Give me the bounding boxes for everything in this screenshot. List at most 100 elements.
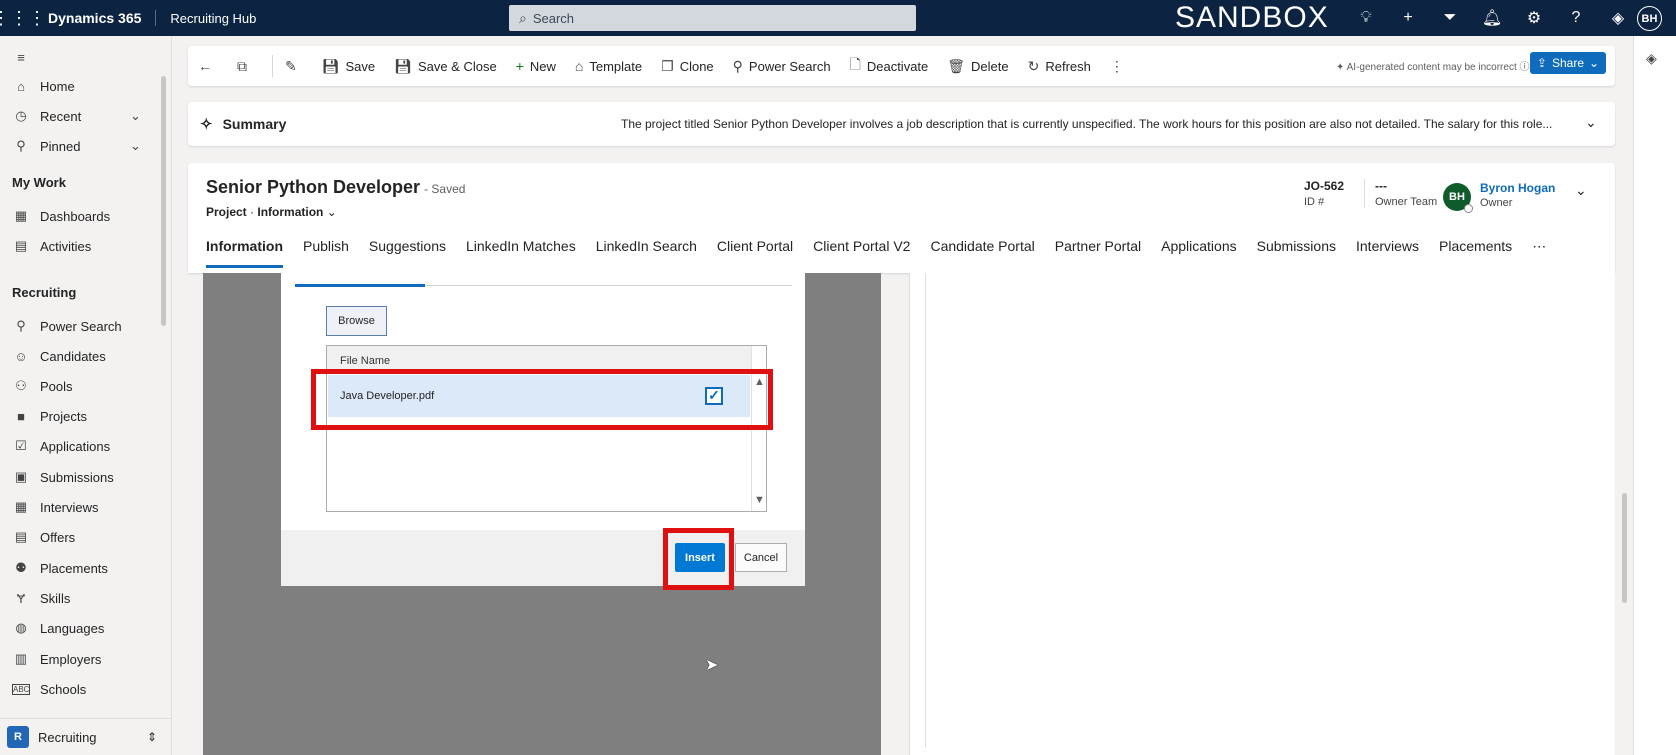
app-launcher-icon[interactable]: ⋮⋮⋮ [0,0,46,36]
sidebar-item-interviews[interactable]: ▦ Interviews [12,495,99,519]
more-tabs-icon[interactable]: ⋯ [1532,238,1546,268]
presence-icon [1464,204,1473,213]
save-button[interactable]: 💾︎ Save [322,58,375,75]
info-icon[interactable]: ⓘ [1520,62,1530,73]
record-title: Senior Python Developer - Saved [206,177,466,197]
active-tab-indicator [295,284,425,287]
sidebar-item-employers[interactable]: ▥ Employers [12,647,102,671]
tab-information[interactable]: Information [206,238,283,268]
tab-linkedin-matches[interactable]: LinkedIn Matches [466,238,576,268]
header-field-id: JO-562 ID # [1304,179,1345,208]
tab-submissions[interactable]: Submissions [1257,238,1336,268]
sidebar-item-skills[interactable]: Ɏ Skills [12,586,71,610]
global-search-input[interactable]: ⌕ Search [509,5,916,31]
scroll-down-icon[interactable]: ▼ [754,494,765,506]
sidebar-item-candidates[interactable]: ☺ Candidates [12,344,105,368]
sidebar-item-home[interactable]: ⌂ Home [12,74,75,98]
more-commands-button[interactable]: ⋮ [1110,58,1130,75]
people-icon: ⚇ [15,378,27,393]
copilot-icon[interactable]: ◈ [1646,50,1657,67]
share-button[interactable]: ⇪ Share ⌄ [1530,52,1606,74]
sidebar-item-power-search[interactable]: ⚲ Power Search [12,314,121,338]
sidebar-item-pinned[interactable]: ⚲ Pinned ⌄ [12,134,141,158]
cancel-button[interactable]: Cancel [735,543,787,572]
tab-linkedin-search[interactable]: LinkedIn Search [596,238,697,268]
sidebar-item-projects[interactable]: ■ Projects [12,404,87,428]
template-button[interactable]: ⌂ Template [575,58,642,74]
user-avatar[interactable]: BH [1637,6,1662,31]
document-icon: ▤ [14,529,28,544]
power-search-button[interactable]: ⚲ Power Search [733,58,831,75]
header-expand-chevron-icon[interactable]: ⌄ [1575,182,1587,199]
sidebar-item-pools[interactable]: ⚇ Pools [12,374,72,398]
expand-chevron-icon[interactable]: ⌄ [1585,114,1597,131]
section-heading-my-work: My Work [12,175,66,190]
divider [925,273,926,748]
refresh-button[interactable]: ↻ Refresh [1028,58,1091,75]
people-team-icon: ⚉ [15,560,27,575]
deactivate-button[interactable]: 🗋︎ Deactivate [850,54,929,78]
ai-disclaimer: ✦ AI-generated content may be incorrect … [1336,62,1530,73]
form-selector[interactable]: Information [257,205,323,219]
sidebar-item-languages[interactable]: ◍ Languages [12,616,104,640]
sidebar-item-dashboards[interactable]: ▦ Dashboards [12,204,110,228]
top-navigation-bar: ⋮⋮⋮ Dynamics 365 Recruiting Hub ⌕ Search… [0,0,1676,36]
globe-icon: ◍ [15,620,27,635]
lightbulb-icon[interactable]: 💡︎ [1345,9,1387,27]
tab-candidate-portal[interactable]: Candidate Portal [930,238,1034,268]
form-options-button[interactable]: ✎ [285,58,303,75]
tab-placements[interactable]: Placements [1439,238,1512,268]
more-vertical-icon: ⋮ [1109,57,1124,74]
area-switcher[interactable]: R Recruiting ⇕ [0,718,172,755]
save-status: - Saved [424,182,466,196]
chevron-up-down-icon: ⇕ [147,730,158,744]
sidebar-item-applications[interactable]: ☑ Applications [12,434,110,458]
tab-publish[interactable]: Publish [303,238,349,268]
copy-icon: ❐ [661,57,674,74]
tab-partner-portal[interactable]: Partner Portal [1055,238,1141,268]
sidebar-item-offers[interactable]: ▤ Offers [12,525,75,549]
owner-link[interactable]: Byron Hogan [1480,181,1555,195]
highlight-box-insert [663,528,734,590]
chevron-down-icon[interactable]: ⌄ [130,138,141,154]
help-icon[interactable]: ? [1555,9,1597,27]
right-form-section [909,273,1615,755]
browse-button[interactable]: Browse [326,306,387,336]
hamburger-menu-icon[interactable]: ≡ [12,45,40,69]
save-close-button[interactable]: 💾︎ Save & Close [394,58,497,75]
gear-icon[interactable]: ⚙ [1513,8,1555,28]
pin-icon: ⚲ [16,138,26,153]
copilot-icon[interactable]: ◈ [1597,8,1639,28]
sidebar-item-schools[interactable]: ABC Schools [12,677,86,701]
sidebar-item-activities[interactable]: ▤ Activities [12,234,91,258]
tab-client-portal[interactable]: Client Portal [717,238,793,268]
plus-icon[interactable]: + [1387,9,1429,27]
sidebar-scrollbar[interactable] [161,76,166,326]
filter-icon[interactable]: ⏷ [1429,9,1471,27]
command-bar: ← ⧉ ✎ 💾︎ Save 💾︎ Save & Close + New ⌂ Templa… [188,46,1615,86]
open-in-new-window-button[interactable]: ⧉ [237,58,253,75]
new-button[interactable]: + New [516,58,556,74]
chevron-down-icon[interactable]: ⌄ [130,108,141,124]
search-icon: ⌕ [519,9,527,26]
tab-applications[interactable]: Applications [1161,238,1237,268]
chevron-down-icon[interactable]: ⌄ [327,205,337,219]
search-icon: ⚲ [732,57,743,74]
owner-avatar[interactable]: BH [1443,183,1473,213]
clone-button[interactable]: ❐ Clone [661,58,714,75]
app-name[interactable]: Dynamics 365 [48,10,157,26]
sidebar-item-submissions[interactable]: ▣ Submissions [12,465,114,489]
sidebar-item-placements[interactable]: ⚉ Placements [12,556,108,580]
tab-suggestions[interactable]: Suggestions [369,238,446,268]
delete-button[interactable]: 🗑︎ Delete [947,58,1008,75]
page-scrollbar[interactable] [1622,493,1627,603]
tab-client-portal-v2[interactable]: Client Portal V2 [813,238,910,268]
tab-interviews[interactable]: Interviews [1356,238,1419,268]
hub-name[interactable]: Recruiting Hub [170,11,256,26]
sidebar-item-recent[interactable]: ◷ Recent ⌄ [12,104,141,128]
bell-icon[interactable]: 🔔︎ [1471,8,1513,28]
record-tabs: Information Publish Suggestions LinkedIn… [206,238,1566,268]
back-button[interactable]: ← [198,58,218,74]
owner-label: Owner [1480,197,1513,209]
environment-label: SANDBOX [1175,1,1329,34]
